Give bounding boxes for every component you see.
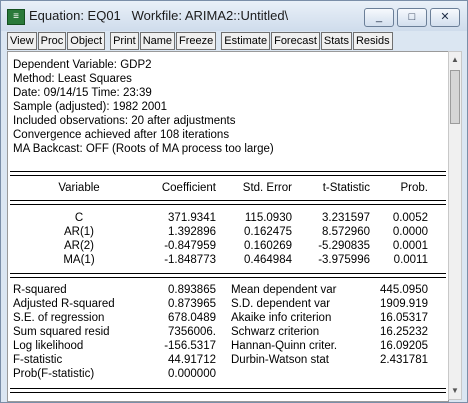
stats-rule	[10, 273, 446, 278]
scrollbar-thumb[interactable]	[450, 70, 460, 124]
dependent-variable-line: Dependent Variable: GDP2	[13, 59, 152, 71]
stat-label: S.E. of regression	[13, 312, 105, 324]
sample-line: Sample (adjusted): 1982 2001	[13, 101, 168, 113]
table-row-std-error: 0.464984	[244, 254, 292, 266]
convergence-line: Convergence achieved after 108 iteration…	[13, 129, 230, 141]
close-button[interactable]: ✕	[430, 8, 460, 27]
stat-label: Schwarz criterion	[231, 326, 320, 338]
stat-label: S.D. dependent var	[231, 298, 331, 310]
equation-window: ≡ Equation: EQ01 Workfile: ARIMA2::Untit…	[0, 0, 468, 403]
stat-label: Sum squared resid	[13, 326, 110, 338]
column-header-t-statistic: t-Statistic	[322, 182, 370, 194]
column-header-std-error: Std. Error	[242, 182, 292, 194]
stat-value: 7356006.	[168, 326, 216, 338]
table-row-t-statistic: 3.231597	[322, 212, 370, 224]
stat-value: 0.893865	[168, 284, 216, 296]
window-title: Equation: EQ01 Workfile: ARIMA2::Untitle…	[29, 8, 289, 23]
column-header-coefficient: Coefficient	[161, 182, 216, 194]
table-row-coefficient: -1.848773	[164, 254, 216, 266]
proc-button[interactable]: Proc	[37, 32, 67, 50]
table-row-t-statistic: -5.290835	[318, 240, 370, 252]
resids-button[interactable]: Resids	[352, 32, 393, 50]
minimize-button[interactable]: _	[364, 8, 394, 27]
stat-value: 44.91712	[168, 354, 216, 366]
table-row-std-error: 115.0930	[244, 212, 292, 224]
print-button[interactable]: Print	[110, 32, 139, 50]
stat-value: 16.25232	[380, 326, 428, 338]
table-row-coefficient: -0.847959	[164, 240, 216, 252]
stat-label: Adjusted R-squared	[13, 298, 115, 310]
stat-label: Log likelihood	[13, 340, 84, 352]
table-row-prob: 0.0001	[392, 240, 428, 252]
table-row-variable: AR(2)	[63, 240, 95, 252]
table-row-prob: 0.0000	[392, 226, 428, 238]
view-button[interactable]: View	[7, 32, 37, 50]
ma-backcast-line: MA Backcast: OFF (Roots of MA process to…	[13, 143, 274, 155]
maximize-button[interactable]: □	[397, 8, 427, 27]
estimation-output: Dependent Variable: GDP2 Method: Least S…	[7, 51, 449, 402]
table-row-t-statistic: -3.975996	[318, 254, 370, 266]
method-line: Method: Least Squares	[13, 73, 132, 85]
stat-value: 16.09205	[380, 340, 428, 352]
stat-value: 678.0489	[168, 312, 216, 324]
table-header-rule	[10, 200, 446, 205]
stat-label: Hannan-Quinn criter.	[231, 340, 338, 352]
stat-value: 0.000000	[168, 368, 216, 380]
column-header-variable: Variable	[58, 182, 100, 194]
stat-label: Akaike info criterion	[231, 312, 332, 324]
stat-label: Durbin-Watson stat	[231, 354, 329, 366]
date-line: Date: 09/14/15 Time: 23:39	[13, 87, 152, 99]
table-row-std-error: 0.160269	[244, 240, 292, 252]
stat-value: 16.05317	[380, 312, 428, 324]
table-top-rule	[10, 171, 446, 176]
stat-label: R-squared	[13, 284, 67, 296]
table-row-std-error: 0.162475	[244, 226, 292, 238]
stats-bottom-rule	[10, 388, 446, 393]
stat-label: Mean dependent var	[231, 284, 337, 296]
stat-value: -156.5317	[164, 340, 216, 352]
scroll-up-icon[interactable]: ▲	[449, 53, 461, 67]
column-header-prob: Prob.	[400, 182, 429, 194]
stat-value: 1909.919	[380, 298, 428, 310]
table-row-t-statistic: 8.572960	[322, 226, 370, 238]
equation-toolbar: View Proc Object Print Name Freeze Estim…	[7, 32, 461, 50]
vertical-scrollbar[interactable]: ▲ ▼	[448, 51, 462, 400]
table-row-prob: 0.0052	[392, 212, 428, 224]
scroll-down-icon[interactable]: ▼	[449, 384, 461, 398]
stat-value: 445.0950	[380, 284, 428, 296]
stat-value: 2.431781	[380, 354, 428, 366]
eviews-app-icon: ≡	[7, 9, 25, 25]
table-row-coefficient: 371.9341	[168, 212, 216, 224]
stat-value: 0.873965	[168, 298, 216, 310]
forecast-button[interactable]: Forecast	[271, 32, 320, 50]
table-row-variable: AR(1)	[63, 226, 95, 238]
stat-label: F-statistic	[13, 354, 63, 366]
estimate-button[interactable]: Estimate	[221, 32, 271, 50]
table-row-variable: MA(1)	[63, 254, 95, 266]
table-row-variable: C	[74, 212, 84, 224]
table-row-coefficient: 1.392896	[168, 226, 216, 238]
table-row-prob: 0.0011	[393, 254, 428, 266]
freeze-button[interactable]: Freeze	[176, 32, 217, 50]
stat-label: Prob(F-statistic)	[13, 368, 95, 380]
object-button[interactable]: Object	[67, 32, 106, 50]
title-bar[interactable]: ≡ Equation: EQ01 Workfile: ARIMA2::Untit…	[1, 1, 467, 31]
stats-button[interactable]: Stats	[320, 32, 352, 50]
name-button[interactable]: Name	[139, 32, 176, 50]
observations-line: Included observations: 20 after adjustme…	[13, 115, 236, 127]
